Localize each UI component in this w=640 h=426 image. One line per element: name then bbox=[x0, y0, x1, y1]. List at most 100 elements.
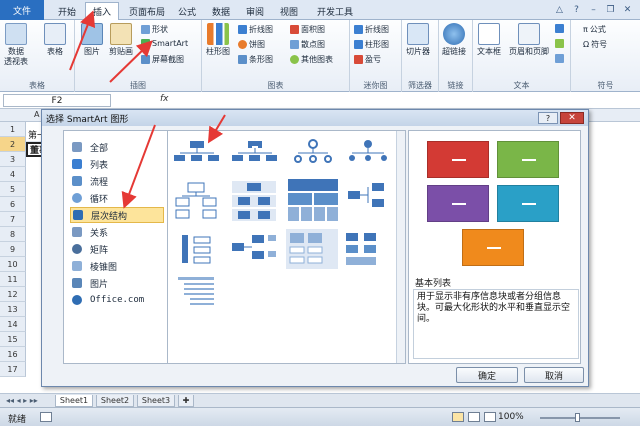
tab-formulas[interactable]: 公式 bbox=[172, 3, 202, 20]
row-header[interactable]: 2 bbox=[0, 137, 26, 152]
restore-icon[interactable]: ❐ bbox=[604, 3, 617, 16]
layout-half-circle-org-chart[interactable] bbox=[294, 139, 332, 163]
area-chart-button[interactable]: 面积图 bbox=[290, 24, 325, 35]
row-header[interactable]: 1 bbox=[0, 122, 26, 137]
category-office-com[interactable]: Office.com bbox=[70, 292, 164, 308]
line-chart-button[interactable]: 折线图 bbox=[238, 24, 273, 35]
row-header[interactable]: 3 bbox=[0, 152, 26, 167]
category-relationship[interactable]: 关系 bbox=[70, 224, 164, 240]
cancel-button[interactable]: 取消 bbox=[524, 367, 584, 383]
category-process[interactable]: 流程 bbox=[70, 173, 164, 189]
table-button[interactable]: 表格 bbox=[44, 23, 66, 57]
tab-data[interactable]: 数据 bbox=[206, 3, 236, 20]
clipart-button[interactable]: 剪贴画 bbox=[109, 23, 133, 57]
sheet-tab-2[interactable]: Sheet2 bbox=[96, 395, 134, 407]
layout-hierarchy[interactable] bbox=[175, 182, 217, 219]
tab-home[interactable]: 开始 bbox=[50, 3, 84, 20]
sparkline-line-button[interactable]: 折线图 bbox=[354, 24, 389, 35]
tab-review[interactable]: 审阅 bbox=[240, 3, 270, 20]
layout-name-title-org-chart[interactable] bbox=[232, 141, 277, 161]
row-header[interactable]: 16 bbox=[0, 347, 26, 362]
hyperlink-button[interactable]: 超链接 bbox=[442, 23, 466, 57]
category-matrix[interactable]: 矩阵 bbox=[70, 241, 164, 257]
layout-hierarchy-list[interactable] bbox=[286, 229, 338, 269]
layout-horizontal-labeled-hierarchy[interactable] bbox=[232, 235, 276, 259]
slicer-button[interactable]: 切片器 bbox=[406, 23, 430, 57]
layout-org-chart[interactable] bbox=[174, 141, 219, 161]
object-button[interactable] bbox=[555, 54, 564, 63]
row-header[interactable]: 7 bbox=[0, 212, 26, 227]
zoom-slider-thumb[interactable] bbox=[575, 413, 580, 422]
layout-vertical-hierarchy[interactable] bbox=[182, 235, 211, 264]
layout-text-hierarchy[interactable] bbox=[178, 277, 214, 305]
tab-view[interactable]: 视图 bbox=[274, 3, 304, 20]
page-layout-view-icon[interactable] bbox=[468, 412, 480, 422]
fx-icon[interactable]: fx bbox=[160, 94, 169, 104]
row-header[interactable]: 13 bbox=[0, 302, 26, 317]
sparkline-column-button[interactable]: 柱形图 bbox=[354, 39, 389, 50]
category-all[interactable]: 全部 bbox=[70, 139, 164, 155]
layout-horizontal-hierarchy[interactable] bbox=[348, 183, 384, 207]
help-icon[interactable]: ? bbox=[570, 3, 583, 16]
page-break-view-icon[interactable] bbox=[484, 412, 496, 422]
layout-table-hierarchy[interactable] bbox=[288, 179, 338, 221]
row-header[interactable]: 6 bbox=[0, 197, 26, 212]
gallery-scrollbar[interactable] bbox=[396, 131, 405, 363]
normal-view-icon[interactable] bbox=[452, 412, 464, 422]
row-header[interactable]: 12 bbox=[0, 287, 26, 302]
minimize-icon[interactable]: – bbox=[587, 3, 600, 16]
screenshot-button[interactable]: 屏幕截图 bbox=[141, 54, 184, 65]
category-picture[interactable]: 图片 bbox=[70, 275, 164, 291]
sparkline-winloss-button[interactable]: 盈亏 bbox=[354, 54, 381, 65]
sheet-tab-3[interactable]: Sheet3 bbox=[137, 395, 175, 407]
macro-record-icon[interactable] bbox=[40, 412, 52, 422]
wordart-button[interactable] bbox=[555, 24, 564, 33]
scatter-chart-button[interactable]: 散点图 bbox=[290, 39, 325, 50]
row-header[interactable]: 10 bbox=[0, 257, 26, 272]
tab-insert[interactable]: 插入 bbox=[85, 2, 119, 20]
row-header[interactable]: 4 bbox=[0, 167, 26, 182]
tab-page-layout[interactable]: 页面布局 bbox=[124, 3, 170, 20]
dialog-help-button[interactable]: ? bbox=[538, 112, 558, 124]
picture-button[interactable]: 图片 bbox=[81, 23, 103, 57]
zoom-level[interactable]: 100% bbox=[498, 412, 524, 422]
close-icon[interactable]: ✕ bbox=[621, 3, 634, 16]
row-header[interactable]: 9 bbox=[0, 242, 26, 257]
other-chart-button[interactable]: 其他图表 bbox=[290, 54, 333, 65]
equation-button[interactable]: π 公式 bbox=[583, 24, 606, 35]
dialog-close-button[interactable]: ✕ bbox=[560, 112, 584, 124]
zoom-slider-track[interactable] bbox=[540, 417, 620, 419]
column-chart-button[interactable]: 柱形图 bbox=[206, 23, 230, 57]
layout-circle-picture-hierarchy[interactable] bbox=[349, 140, 387, 161]
tab-developer[interactable]: 开发工具 bbox=[310, 3, 360, 20]
row-header[interactable]: 17 bbox=[0, 362, 26, 377]
signature-line-button[interactable] bbox=[555, 39, 564, 48]
name-box[interactable]: F2 bbox=[3, 94, 111, 107]
row-header[interactable]: 14 bbox=[0, 317, 26, 332]
row-header[interactable]: 11 bbox=[0, 272, 26, 287]
header-footer-button[interactable]: 页眉和页脚 bbox=[509, 23, 549, 57]
insert-sheet-icon[interactable]: ✚ bbox=[178, 395, 194, 407]
sheet-nav-arrows-icon[interactable]: ◂◂ ◂ ▸ ▸▸ bbox=[6, 396, 38, 405]
pivot-table-button[interactable]: 数据 透视表 bbox=[4, 23, 28, 67]
category-cycle[interactable]: 循环 bbox=[70, 190, 164, 206]
column-a-header[interactable]: A bbox=[34, 110, 39, 119]
layout-labeled-hierarchy[interactable] bbox=[232, 181, 276, 221]
shapes-button[interactable]: 形状 bbox=[141, 24, 168, 35]
category-pyramid[interactable]: 棱锥图 bbox=[70, 258, 164, 274]
bar-chart-button[interactable]: 条形图 bbox=[238, 54, 273, 65]
layout-architecture[interactable] bbox=[346, 233, 376, 265]
textbox-button[interactable]: 文本框 bbox=[477, 23, 501, 57]
ok-button[interactable]: 确定 bbox=[456, 367, 518, 383]
category-list-item[interactable]: 列表 bbox=[70, 156, 164, 172]
category-hierarchy[interactable]: 层次结构 bbox=[70, 207, 164, 223]
symbol-button[interactable]: Ω 符号 bbox=[583, 39, 607, 50]
row-header[interactable]: 15 bbox=[0, 332, 26, 347]
tab-file[interactable]: 文件 bbox=[0, 0, 44, 20]
row-header[interactable]: 8 bbox=[0, 227, 26, 242]
pie-chart-button[interactable]: 饼图 bbox=[238, 39, 265, 50]
row-header[interactable]: 5 bbox=[0, 182, 26, 197]
minimize-ribbon-icon[interactable]: △ bbox=[553, 3, 566, 16]
sheet-tab-1[interactable]: Sheet1 bbox=[55, 395, 93, 407]
smartart-button[interactable]: SmartArt bbox=[141, 39, 188, 48]
